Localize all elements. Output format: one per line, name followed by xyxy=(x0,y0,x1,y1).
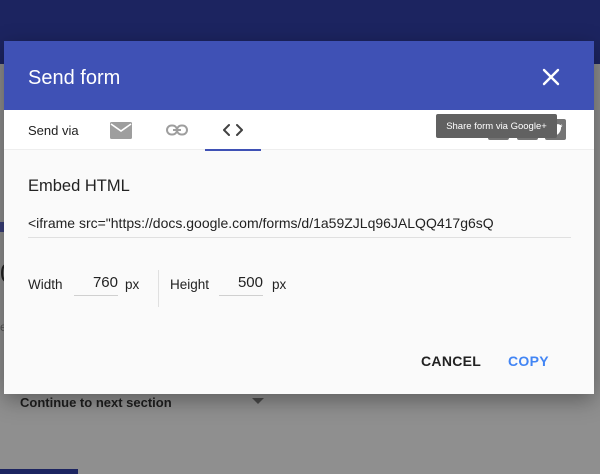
active-tab-indicator xyxy=(205,149,261,151)
height-label: Height xyxy=(170,277,210,292)
send-form-dialog: Send form Send via g+ f xyxy=(4,41,594,394)
dialog-header: Send form xyxy=(4,41,594,110)
width-label: Width xyxy=(28,277,63,292)
height-input[interactable]: 500 xyxy=(219,274,263,296)
close-icon[interactable] xyxy=(539,65,563,89)
dialog-title: Send form xyxy=(28,67,121,89)
share-tooltip: Share form via Google+ xyxy=(436,114,557,138)
email-icon xyxy=(110,121,132,139)
background-bottom-tab xyxy=(0,469,78,474)
width-input[interactable]: 760 xyxy=(74,274,118,296)
copy-button[interactable]: COPY xyxy=(508,353,549,369)
chevron-down-icon[interactable] xyxy=(252,398,264,404)
tab-link[interactable] xyxy=(149,110,205,150)
height-unit: px xyxy=(272,277,287,292)
send-via-label: Send via xyxy=(28,123,79,138)
dimension-divider xyxy=(158,270,159,307)
code-icon xyxy=(223,124,243,136)
cancel-button[interactable]: CANCEL xyxy=(421,353,481,369)
link-icon xyxy=(166,124,188,136)
embed-code-field[interactable]: <iframe src="https://docs.google.com/for… xyxy=(28,215,571,238)
tab-email[interactable] xyxy=(93,110,149,150)
width-unit: px xyxy=(125,277,140,292)
section-navigation-select[interactable]: Continue to next section xyxy=(20,395,172,410)
tab-embed[interactable] xyxy=(205,110,261,151)
embed-html-heading: Embed HTML xyxy=(28,177,130,195)
